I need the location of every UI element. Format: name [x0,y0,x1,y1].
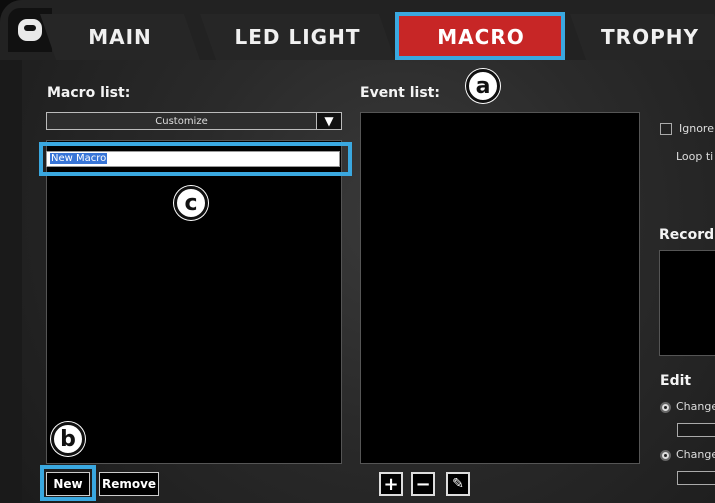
new-button-highlight [40,465,96,501]
tab-bar: MAIN LED LIGHT MACRO TROPHY [0,0,715,60]
change-field-2[interactable] [677,471,715,485]
ignore-checkbox[interactable] [660,123,672,135]
edit-label: Edit [660,373,692,389]
loop-times-label: Loop ti [676,150,714,163]
macro-type-dropdown[interactable]: Customize ▼ [46,112,342,130]
tab-led-light[interactable]: LED LIGHT [200,14,395,60]
remove-event-icon[interactable]: − [411,472,435,496]
callout-b: b [51,422,85,456]
callout-c: c [174,186,208,220]
change-label-1: Change [676,400,715,413]
callout-a: a [466,69,500,103]
add-event-icon[interactable]: + [379,472,403,496]
dropdown-value: Customize [155,115,208,127]
change-radio-1[interactable] [660,402,671,413]
remove-macro-button[interactable]: Remove [99,472,159,496]
macro-input-highlight [39,142,352,176]
tab-trophy[interactable]: TROPHY [570,14,715,60]
record-box[interactable] [659,250,715,356]
app-window: MAIN LED LIGHT MACRO TROPHY Macro list: … [0,0,715,503]
chevron-down-icon[interactable]: ▼ [316,113,341,129]
event-list-label: Event list: [360,85,440,101]
record-label: Record [659,227,715,243]
macro-list-label: Macro list: [47,85,131,101]
tab-main[interactable]: MAIN [40,14,200,60]
edit-event-icon[interactable]: ✎ [446,472,470,496]
change-label-2: Change [676,448,715,461]
ignore-label: Ignore [679,122,714,135]
change-field-1[interactable] [677,423,715,437]
macro-tab-highlight [395,12,565,60]
change-radio-2[interactable] [660,450,671,461]
event-list-box[interactable] [360,112,640,464]
